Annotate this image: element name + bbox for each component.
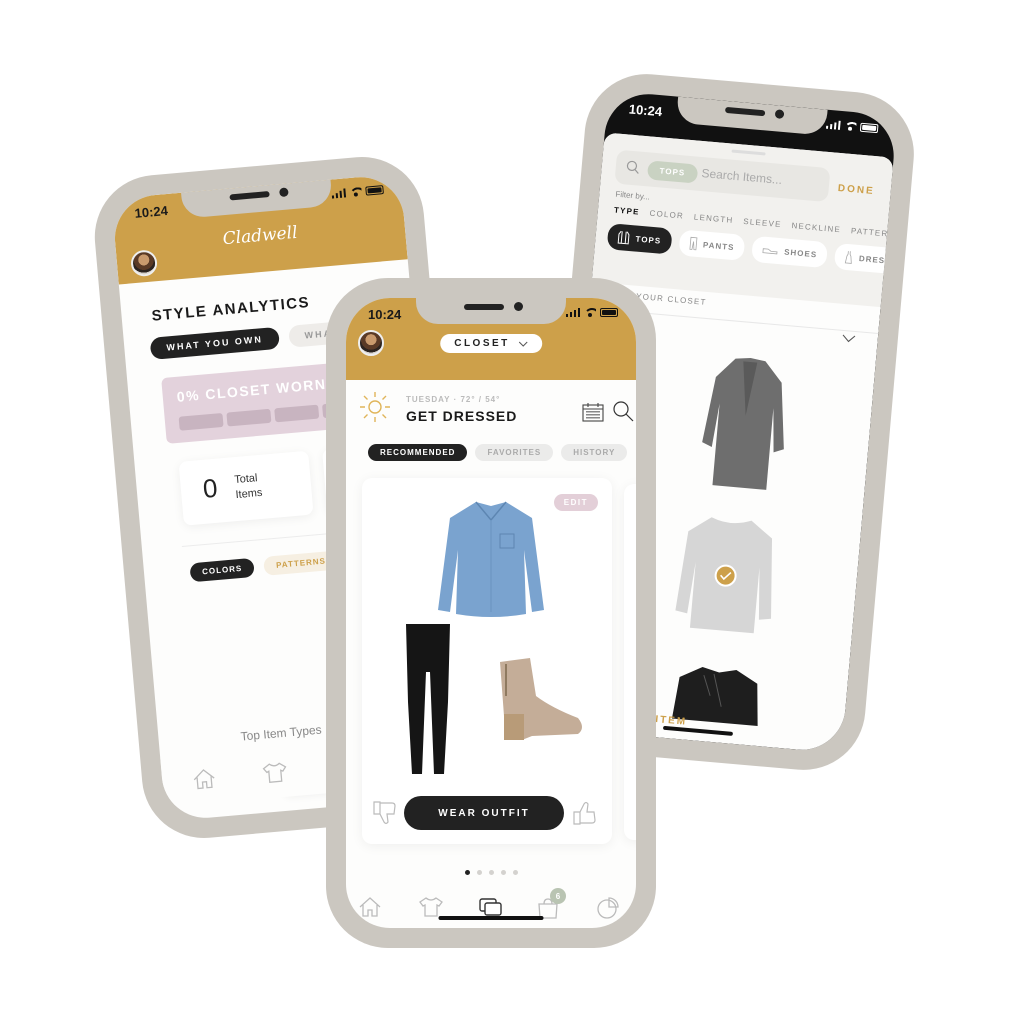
outfit-item-black-jeans[interactable]	[404, 622, 452, 776]
home-icon[interactable]	[191, 767, 217, 791]
home-indicator	[438, 916, 544, 920]
pants-icon	[689, 236, 698, 251]
jacket-icon	[617, 230, 630, 245]
page-dot[interactable]	[512, 870, 518, 875]
avatar[interactable]	[358, 330, 384, 356]
tab-recommended[interactable]: RECOMMENDED	[368, 444, 468, 461]
battery-icon	[859, 122, 879, 134]
search-token-tops[interactable]: TOPS	[646, 160, 698, 184]
screen: CLOSET 10:24 TUESDAY · 72° / 54° GET DRE…	[346, 298, 636, 928]
facet-neckline[interactable]: NECKLINE	[791, 221, 841, 234]
filter-by-label: Filter by...	[615, 189, 651, 202]
facet-pattern[interactable]: PATTERN	[851, 226, 896, 239]
page-dot-active[interactable]	[464, 870, 470, 875]
total-items-card: 0 Total Items	[178, 450, 314, 526]
tab-favorites[interactable]: FAVORITES	[475, 444, 554, 461]
page-dot[interactable]	[500, 870, 506, 875]
tab-colors[interactable]: COLORS	[189, 557, 256, 583]
notch	[416, 298, 566, 324]
page-title: GET DRESSED	[406, 408, 518, 424]
outfit-item-ankle-boot[interactable]	[492, 656, 586, 742]
closet-selector-label: CLOSET	[454, 338, 510, 349]
facet-length[interactable]: LENGTH	[694, 213, 734, 225]
facet-type[interactable]: TYPE	[614, 206, 640, 217]
signal-icon	[825, 120, 841, 130]
shopping-bag-tab[interactable]: 6	[536, 888, 566, 925]
battery-icon	[600, 308, 618, 317]
phone-get-dressed: CLOSET 10:24 TUESDAY · 72° / 54° GET DRE…	[326, 278, 656, 948]
shirt-icon[interactable]	[261, 761, 289, 785]
home-indicator	[662, 725, 734, 736]
home-icon[interactable]	[358, 896, 382, 918]
wifi-icon	[349, 187, 362, 197]
chip-pants[interactable]: PANTS	[677, 229, 746, 261]
chip-label: PANTS	[702, 239, 735, 252]
chevron-down-icon[interactable]	[841, 334, 856, 343]
shirt-icon[interactable]	[418, 896, 444, 918]
dress-icon	[845, 251, 852, 264]
facet-color[interactable]: COLOR	[649, 209, 684, 221]
signal-icon	[331, 188, 347, 199]
closet-worn-text: 0% CLOSET WORN	[176, 375, 328, 405]
battery-icon	[365, 185, 384, 196]
pagination-dots	[346, 870, 636, 875]
sun-icon	[360, 392, 390, 422]
chip-label: DRESSES	[858, 253, 898, 267]
filter-panel: TOPS Search Items... DONE Filter by... T…	[591, 132, 898, 308]
chip-tops[interactable]: TOPS	[606, 223, 673, 255]
search-icon[interactable]	[612, 400, 634, 422]
status-time: 10:24	[134, 202, 169, 221]
wifi-icon	[844, 121, 857, 131]
search-icon	[626, 160, 639, 174]
tab-bar: 6	[346, 888, 636, 928]
tab-history[interactable]: HISTORY	[561, 444, 628, 461]
search-placeholder: Search Items...	[701, 166, 783, 188]
edit-button[interactable]: EDIT	[553, 494, 598, 511]
calendar-icon[interactable]	[582, 402, 604, 422]
chip-label: TOPS	[635, 234, 662, 246]
outfit-item-chambray-shirt[interactable]	[436, 500, 546, 618]
shoe-icon	[762, 248, 778, 255]
sheet-grabber[interactable]	[731, 149, 766, 156]
page-dot[interactable]	[476, 870, 482, 875]
page-title: STYLE ANALYTICS	[150, 293, 311, 325]
thumbs-down-icon[interactable]	[372, 800, 398, 826]
tab-what-you-own[interactable]: WHAT YOU OWN	[149, 326, 280, 360]
outfits-icon[interactable]	[478, 896, 504, 918]
total-items-label: Total Items	[233, 472, 263, 502]
done-button[interactable]: DONE	[837, 183, 875, 197]
closet-selector[interactable]: CLOSET	[440, 334, 542, 353]
chip-shoes[interactable]: SHOES	[751, 235, 829, 269]
top-item-types-label: Top Item Types	[240, 722, 323, 744]
outfit-tabs: RECOMMENDED FAVORITES HISTORY	[368, 444, 628, 461]
chip-dresses[interactable]: DRESSES	[833, 243, 898, 276]
breakdown-tabs: COLORS PATTERNS	[189, 550, 339, 583]
facet-sleeve[interactable]: SLEEVE	[743, 217, 782, 229]
closet-item-gray-cardigan[interactable]	[694, 352, 796, 499]
chip-label: SHOES	[783, 247, 818, 259]
next-outfit-card-peek[interactable]	[624, 484, 636, 840]
chevron-down-icon	[518, 341, 528, 347]
wifi-icon	[584, 308, 596, 317]
wear-outfit-button[interactable]: WEAR OUTFIT	[404, 796, 564, 830]
signal-icon	[565, 308, 580, 317]
page-dot[interactable]	[488, 870, 494, 875]
analytics-pie-icon[interactable]	[596, 896, 620, 920]
outfit-card[interactable]: EDIT WEAR OUTFIT	[362, 478, 612, 844]
thumbs-up-icon[interactable]	[572, 800, 598, 826]
weather-info: TUESDAY · 72° / 54°	[406, 395, 501, 404]
cart-count-badge: 6	[550, 888, 566, 904]
total-items-value: 0	[201, 472, 219, 504]
status-time: 10:24	[368, 307, 402, 322]
status-time: 10:24	[628, 101, 663, 120]
analytics-tabs: WHAT YOU OWN WHA	[149, 320, 349, 360]
